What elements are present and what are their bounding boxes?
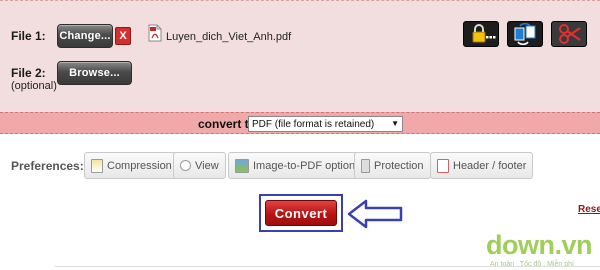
convert-highlight-frame: Convert xyxy=(259,194,343,232)
file-selection-panel: File 1: Change... X Luyen_dich_Viet_Anh.… xyxy=(0,0,600,112)
view-label: View xyxy=(195,159,219,172)
file2-label: File 2: xyxy=(11,66,46,80)
convert-button[interactable]: Convert xyxy=(265,200,337,226)
dropdown-arrow-icon: ▼ xyxy=(391,119,399,128)
view-icon xyxy=(180,160,191,171)
watermark-text: down.vn xyxy=(486,230,593,260)
compression-icon xyxy=(91,158,103,173)
protection-icon xyxy=(361,158,370,173)
image-icon xyxy=(235,158,249,173)
header-footer-icon xyxy=(437,158,449,173)
header-footer-button[interactable]: Header / footer xyxy=(430,152,534,179)
document-swap-icon[interactable] xyxy=(507,21,543,47)
lock-icon[interactable] xyxy=(463,21,499,47)
protection-button[interactable]: Protection xyxy=(354,152,431,179)
protection-label: Protection xyxy=(374,159,424,172)
pointer-arrow-icon xyxy=(347,199,403,229)
bottom-divider xyxy=(55,266,600,267)
selected-file-name: Luyen_dich_Viet_Anh.pdf xyxy=(166,31,292,43)
file1-label: File 1: xyxy=(11,29,46,43)
file2-optional-label: (optional) xyxy=(11,80,57,92)
image-to-pdf-label: Image-to-PDF options xyxy=(253,159,361,172)
output-format-select[interactable]: PDF (file format is retained) ▼ xyxy=(248,116,403,132)
watermark-logo: down.vn An toàn . Tốc độ . Miễn phí xyxy=(484,230,600,270)
preferences-label: Preferences: xyxy=(11,159,84,173)
remove-file-button[interactable]: X xyxy=(115,27,131,45)
change-file-button[interactable]: Change... xyxy=(57,24,113,48)
browse-file-button[interactable]: Browse... xyxy=(57,61,132,85)
convert-to-bar: convert to PDF (file format is retained)… xyxy=(0,112,600,134)
pdf-file-icon xyxy=(148,24,162,42)
compression-button[interactable]: Compression xyxy=(84,152,179,179)
image-to-pdf-options-button[interactable]: Image-to-PDF options xyxy=(228,152,368,179)
selected-format-value: PDF (file format is retained) xyxy=(252,118,375,130)
compression-label: Compression xyxy=(107,159,172,172)
scissors-icon[interactable] xyxy=(551,21,587,47)
reset-link[interactable]: Reset xyxy=(578,204,600,215)
header-footer-label: Header / footer xyxy=(453,159,527,172)
close-icon: X xyxy=(119,30,127,42)
view-button[interactable]: View xyxy=(173,152,226,179)
